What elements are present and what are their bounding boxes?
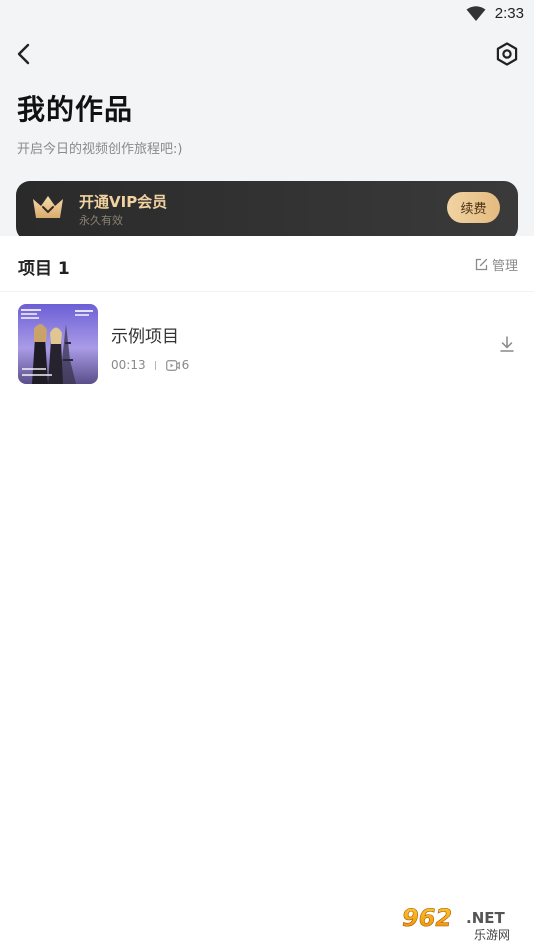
site-watermark: 962 .NET 乐游网 (396, 901, 528, 943)
crown-icon (33, 196, 63, 218)
projects-panel: 项目 1 管理 示例项目 00:13 6 (0, 236, 534, 949)
vip-title: 开通VIP会员 (79, 193, 168, 211)
manage-button[interactable]: 管理 (475, 255, 518, 274)
download-icon[interactable] (499, 335, 515, 353)
meta-separator (154, 360, 156, 370)
project-clip-count: 6 (181, 358, 190, 372)
status-bar: 2:33 (0, 0, 534, 30)
watermark-sub: 乐游网 (474, 928, 510, 942)
project-name: 示例项目 (111, 327, 179, 347)
section-title: 项目 1 (18, 259, 70, 279)
divider (0, 291, 534, 292)
watermark-number: 962 (402, 904, 452, 932)
project-thumbnail (18, 304, 98, 384)
edit-icon (475, 258, 488, 270)
vip-subtitle: 永久有效 (79, 214, 123, 227)
renew-button[interactable]: 续费 (447, 192, 500, 223)
manage-label: 管理 (491, 258, 518, 274)
page-title: 我的作品 (17, 93, 134, 126)
page-subtitle: 开启今日的视频创作旅程吧:) (17, 142, 183, 157)
vip-banner[interactable]: 开通VIP会员 永久有效 续费 (16, 181, 518, 241)
status-time: 2:33 (494, 5, 524, 22)
project-meta: 00:13 6 (111, 357, 189, 373)
watermark-logo: 962 .NET 乐游网 (396, 901, 528, 943)
project-duration: 00:13 (111, 358, 146, 372)
wifi-icon (466, 6, 486, 21)
back-button[interactable] (12, 40, 36, 68)
video-clip-icon (165, 359, 180, 371)
watermark-suffix: .NET (466, 909, 505, 927)
header-area: 2:33 我的作品 开启今日的视频创作旅程吧:) 开通VIP会员 永久有效 续费 (0, 0, 534, 241)
project-item[interactable]: 示例项目 00:13 6 (0, 302, 534, 386)
settings-icon[interactable] (494, 41, 520, 67)
